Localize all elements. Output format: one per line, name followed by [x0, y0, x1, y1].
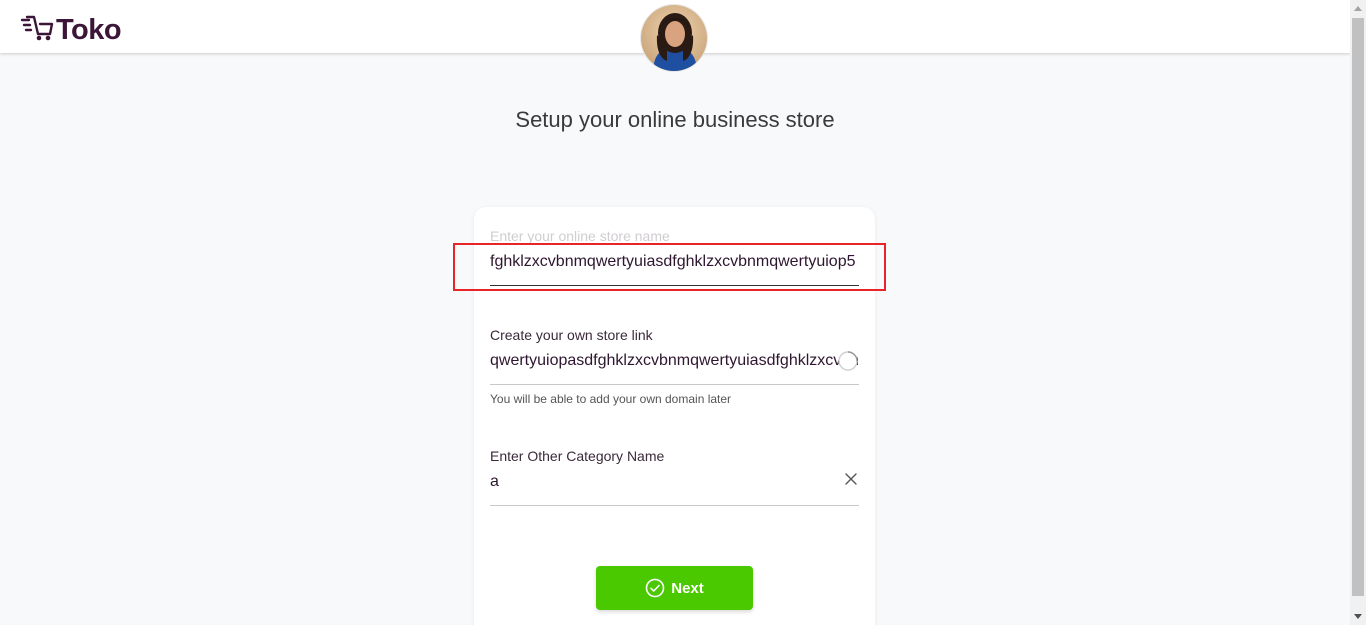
store-link-underline — [490, 384, 859, 385]
other-category-underline — [490, 505, 859, 506]
store-link-input[interactable]: qwertyuiopasdfghklzxcvbnmqwertyuiasdfghk… — [490, 350, 859, 372]
loading-spinner-icon — [837, 350, 859, 372]
profile-avatar[interactable] — [640, 4, 708, 72]
next-button-label: Next — [671, 579, 704, 597]
store-link-field: Create your own store link qwertyuiopasd… — [490, 326, 859, 406]
scrollbar-thumb[interactable] — [1352, 18, 1364, 596]
scroll-down-arrow-icon[interactable] — [1350, 608, 1366, 625]
scroll-up-arrow-icon[interactable] — [1350, 0, 1366, 17]
store-name-label: Enter your online store name — [490, 228, 670, 244]
store-link-helper-text: You will be able to add your own domain … — [490, 392, 732, 406]
store-name-input[interactable]: fghklzxcvbnmqwertyuiasdfghklzxcvbnmqwert… — [490, 251, 859, 273]
check-circle-icon — [645, 578, 665, 598]
store-name-underline — [490, 285, 859, 286]
vertical-scrollbar[interactable] — [1350, 0, 1366, 625]
logo-text: Toko — [56, 13, 122, 46]
other-category-field: Enter Other Category Name a — [490, 447, 859, 506]
store-name-field: Enter your online store name fghklzxcvbn… — [490, 227, 859, 286]
other-category-label: Enter Other Category Name — [490, 448, 665, 464]
page-title: Setup your online business store — [515, 107, 835, 132]
close-icon[interactable] — [843, 471, 859, 487]
store-link-label: Create your own store link — [490, 327, 653, 343]
next-button[interactable]: Next — [596, 566, 753, 610]
logo[interactable]: Toko — [20, 12, 122, 47]
other-category-input[interactable]: a — [490, 471, 859, 493]
store-setup-card: Enter your online store name fghklzxcvbn… — [474, 207, 875, 625]
delivery-cart-icon — [20, 12, 54, 47]
